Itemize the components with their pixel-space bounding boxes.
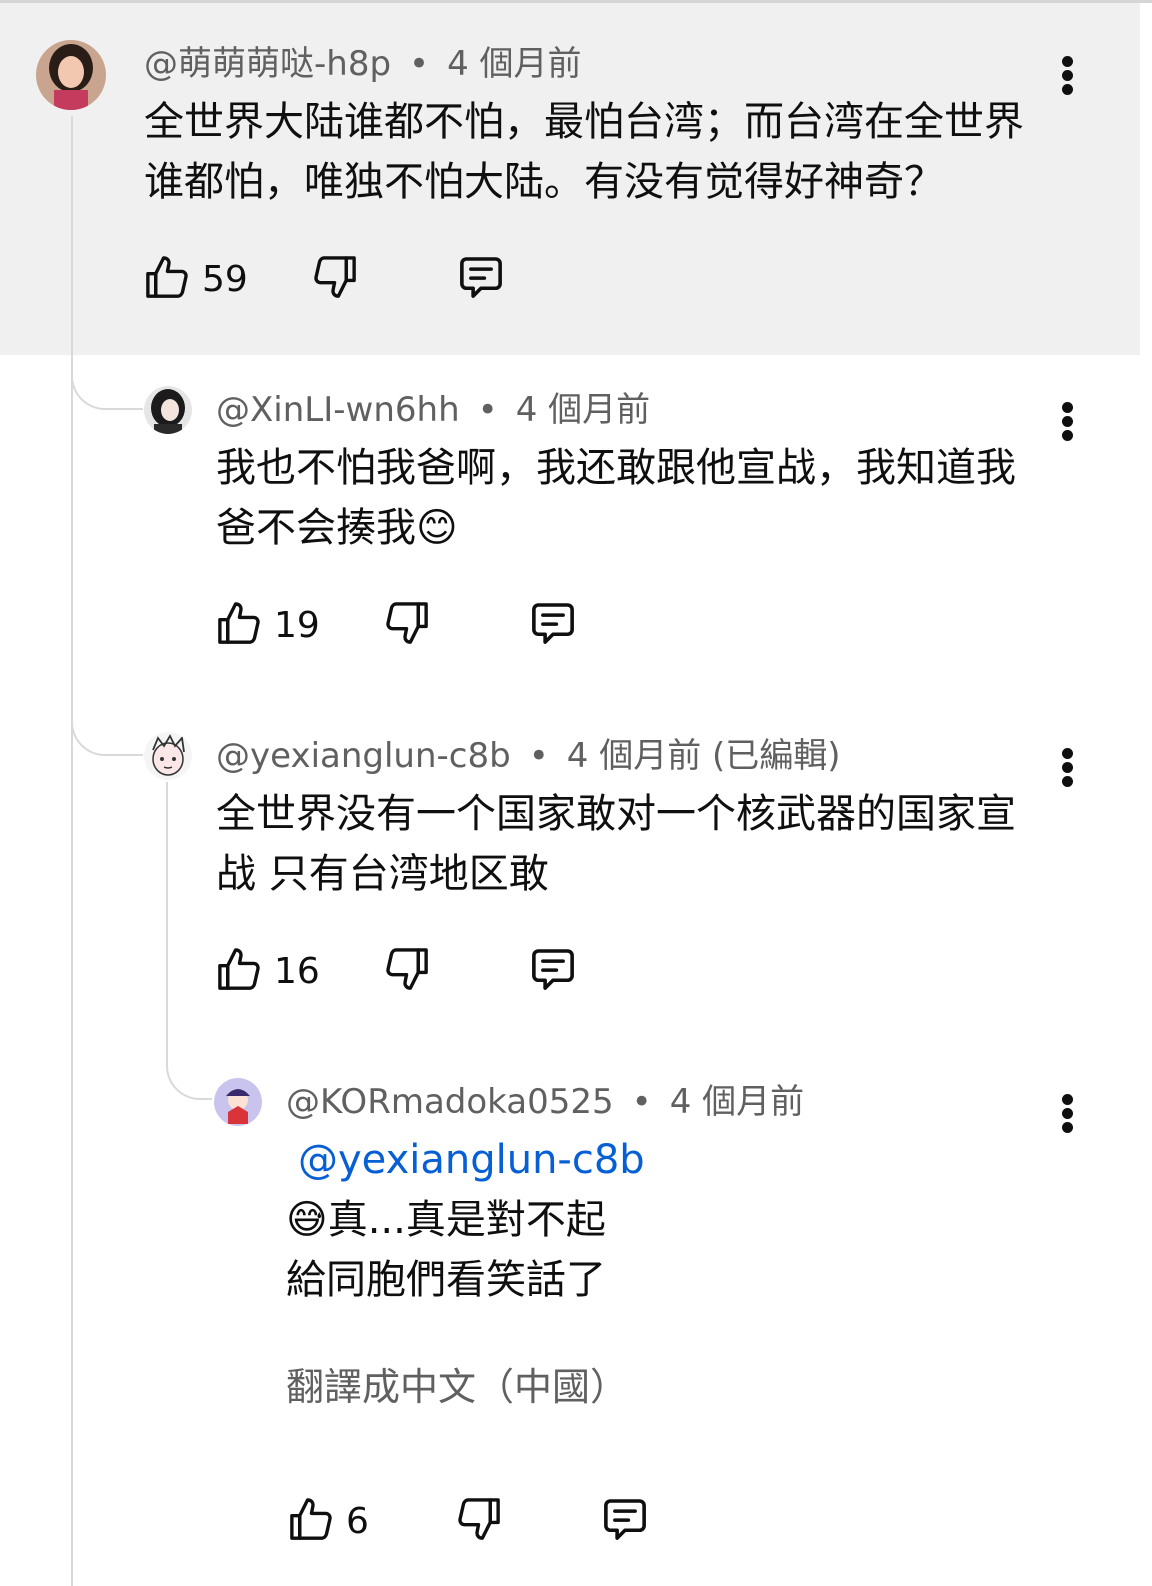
comment-time[interactable]: 4 個月前 [447,44,581,84]
thread-connector [166,1052,212,1100]
comment-actions: 19 [212,596,612,656]
comment-line: 😅真...真是對不起 [286,1197,606,1243]
separator-dot: • [528,736,549,776]
comment-line: 谁都怕，唯独不怕大陆。有没有觉得好神奇？ [144,159,944,205]
comment-text: 全世界大陆谁都不怕，最怕台湾；而台湾在全世界 谁都怕，唯独不怕大陆。有没有觉得好… [144,92,1104,212]
comment-author[interactable]: @XinLI-wn6hh [216,390,460,430]
dislike-button[interactable] [308,250,362,304]
mention-link-line: @yexianglun-c8b [286,1130,1086,1190]
comment-line: 我也不怕我爸啊，我还敢跟他宣战，我知道我 [216,445,1016,491]
like-button[interactable] [140,250,194,304]
thumb-up-icon [218,948,260,990]
comment-time[interactable]: 4 個月前 (已編輯) [567,736,841,776]
avatar[interactable] [214,1078,262,1126]
reply-comment-icon [604,1499,646,1540]
comment-time[interactable]: 4 個月前 [516,390,650,430]
comment-text: 我也不怕我爸啊，我还敢跟他宣战，我知道我 爸不会揍我😊 [216,438,1096,558]
reply-comment-icon [460,257,502,298]
dislike-button[interactable] [380,596,434,650]
comment-line: 战 只有台湾地区敢 [216,851,549,897]
comment-meta: @KORmadoka0525 • 4 個月前 [286,1082,804,1122]
like-count: 19 [274,605,320,646]
thread-connector [71,362,143,410]
reply-comment-icon [532,949,574,990]
comment-author[interactable]: @萌萌萌哒-h8p [144,44,391,84]
thumb-up-icon [146,256,188,298]
comment-meta: @yexianglun-c8b • 4 個月前 (已編輯) [216,736,841,776]
thumb-down-icon [314,256,356,298]
like-button[interactable] [212,596,266,650]
comment-actions: 6 [284,1492,684,1552]
comment-meta: @XinLI-wn6hh • 4 個月前 [216,390,650,430]
comment-line: 給同胞們看笑話了 [286,1257,606,1303]
separator-dot: • [631,1082,652,1122]
avatar[interactable] [144,386,192,434]
separator-dot: • [409,44,430,84]
like-count: 16 [274,951,320,992]
like-count: 6 [346,1501,369,1542]
like-button[interactable] [212,942,266,996]
separator-dot: • [477,390,498,430]
comment-line: 全世界没有一个国家敢对一个核武器的国家宣 [216,791,1016,837]
comment-line: 全世界大陆谁都不怕，最怕台湾；而台湾在全世界 [144,99,1024,145]
comment-text: @yexianglun-c8b 😅真...真是對不起 給同胞們看笑話了 [286,1130,1086,1310]
thumb-down-icon [386,602,428,644]
dislike-button[interactable] [380,942,434,996]
comment-time[interactable]: 4 個月前 [670,1082,804,1122]
thumb-down-icon [386,948,428,990]
comment-meta: @萌萌萌哒-h8p • 4 個月前 [144,44,582,84]
reply-button[interactable] [598,1492,652,1546]
comment-actions: 59 [140,250,540,310]
thread-line-nested [166,782,168,1052]
thread-connector [71,708,143,756]
comment-text: 全世界没有一个国家敢对一个核武器的国家宣 战 只有台湾地区敢 [216,784,1096,904]
dislike-button[interactable] [452,1492,506,1546]
thumb-up-icon [218,602,260,644]
thumb-down-icon [458,1498,500,1540]
comment-author[interactable]: @KORmadoka0525 [286,1082,614,1122]
avatar[interactable] [36,40,106,110]
reply-button[interactable] [454,250,508,304]
comment-actions: 16 [212,942,612,1002]
avatar[interactable] [144,732,192,780]
reply-button[interactable] [526,596,580,650]
thumb-up-icon [290,1498,332,1540]
mention-link[interactable]: @yexianglun-c8b [298,1137,645,1183]
like-button[interactable] [284,1492,338,1546]
thread-line-main [71,116,73,1586]
like-count: 59 [202,259,248,300]
translate-button[interactable]: 翻譯成中文（中國） [286,1356,628,1411]
reply-comment-icon [532,603,574,644]
comment-line: 爸不会揍我😊 [216,505,458,551]
comment-author[interactable]: @yexianglun-c8b [216,736,511,776]
reply-button[interactable] [526,942,580,996]
